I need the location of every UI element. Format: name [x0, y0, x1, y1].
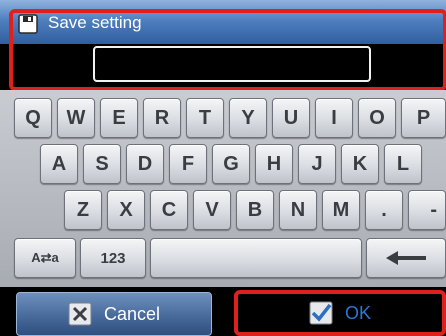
key-period[interactable]: . [365, 190, 403, 230]
key-t[interactable]: T [186, 98, 224, 138]
key-f[interactable]: F [169, 144, 207, 184]
left-arrow-icon [386, 251, 426, 265]
key-m[interactable]: M [322, 190, 360, 230]
ok-button[interactable]: OK [234, 290, 446, 336]
checkmark-icon [309, 301, 333, 325]
key-b[interactable]: B [236, 190, 274, 230]
key-k[interactable]: K [341, 144, 379, 184]
numbers-key[interactable]: 123 [80, 238, 146, 278]
key-x[interactable]: X [107, 190, 145, 230]
input-highlight-frame [9, 9, 446, 91]
on-screen-keyboard: Q W E R T Y U I O P A S D F G H J K L Z … [0, 90, 446, 287]
key-s[interactable]: S [83, 144, 121, 184]
key-hyphen[interactable]: - [408, 190, 446, 230]
key-c[interactable]: C [150, 190, 188, 230]
key-y[interactable]: Y [229, 98, 267, 138]
key-l[interactable]: L [384, 144, 422, 184]
key-p[interactable]: P [401, 98, 446, 138]
close-icon [68, 302, 92, 326]
key-q[interactable]: Q [14, 98, 52, 138]
key-h[interactable]: H [255, 144, 293, 184]
cancel-label: Cancel [103, 303, 161, 324]
key-n[interactable]: N [279, 190, 317, 230]
key-o[interactable]: O [358, 98, 396, 138]
backspace-key[interactable] [366, 238, 446, 278]
key-v[interactable]: V [193, 190, 231, 230]
key-d[interactable]: D [126, 144, 164, 184]
key-i[interactable]: I [315, 98, 353, 138]
ok-label: OK [344, 302, 371, 323]
cancel-button[interactable]: Cancel [16, 292, 212, 336]
key-g[interactable]: G [212, 144, 250, 184]
bottom-button-bar: Cancel OK [0, 287, 446, 336]
key-w[interactable]: W [57, 98, 95, 138]
space-key[interactable] [150, 238, 362, 278]
key-a[interactable]: A [40, 144, 78, 184]
key-j[interactable]: J [298, 144, 336, 184]
key-u[interactable]: U [272, 98, 310, 138]
key-r[interactable]: R [143, 98, 181, 138]
key-e[interactable]: E [100, 98, 138, 138]
key-z[interactable]: Z [64, 190, 102, 230]
case-toggle-key[interactable]: A⇄a [14, 238, 76, 278]
